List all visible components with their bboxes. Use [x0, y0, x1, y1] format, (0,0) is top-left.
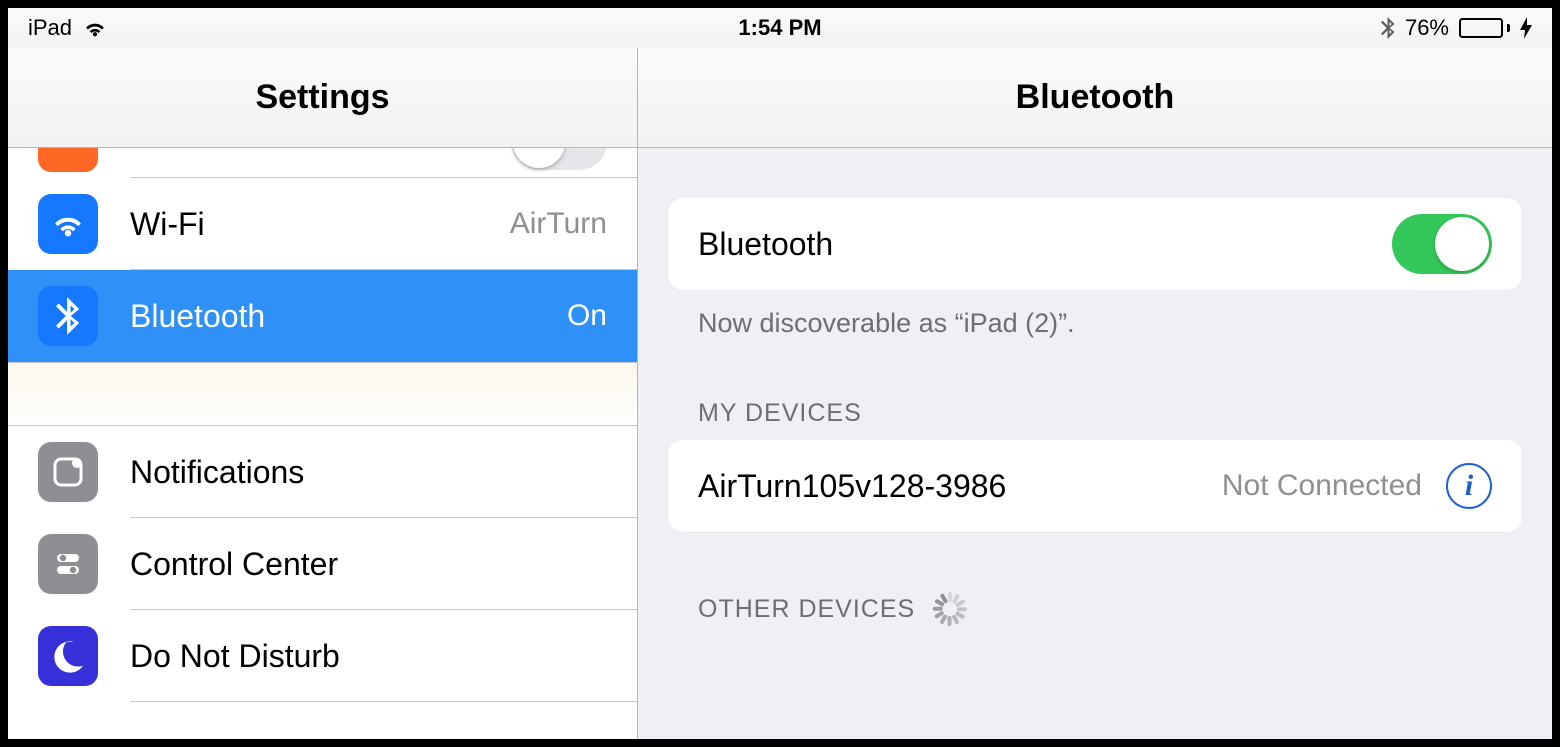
settings-sidebar: Settings Wi-Fi AirTurn	[8, 48, 638, 739]
charging-icon	[1520, 17, 1532, 39]
moon-icon	[38, 626, 98, 686]
bluetooth-toggle[interactable]	[1392, 214, 1492, 274]
notifications-icon	[38, 442, 98, 502]
bluetooth-status-icon	[1381, 17, 1395, 39]
sidebar-item-bluetooth[interactable]: Bluetooth On	[8, 270, 637, 362]
sidebar-item-label: Control Center	[130, 546, 607, 583]
device-name: AirTurn105v128-3986	[698, 468, 1222, 505]
sidebar-item-value: On	[567, 299, 607, 333]
info-icon[interactable]: i	[1446, 463, 1492, 509]
sidebar-item-label: Bluetooth	[130, 298, 567, 335]
my-devices-list: AirTurn105v128-3986 Not Connected i	[668, 440, 1522, 532]
wifi-icon	[82, 18, 108, 38]
sidebar-group-gap	[8, 362, 637, 426]
sidebar-item-value: AirTurn	[510, 207, 607, 241]
sidebar-item-wifi[interactable]: Wi-Fi AirTurn	[8, 178, 637, 270]
bluetooth-settings-icon	[38, 286, 98, 346]
sidebar-item-label: Do Not Disturb	[130, 638, 607, 675]
other-devices-label: OTHER DEVICES	[698, 595, 915, 624]
sidebar-title: Settings	[8, 48, 637, 148]
control-center-icon	[38, 534, 98, 594]
sidebar-item-dnd[interactable]: Do Not Disturb	[8, 610, 637, 702]
status-bar: iPad 1:54 PM 76%	[8, 8, 1552, 48]
airplane-icon	[38, 148, 98, 172]
sidebar-item-notifications[interactable]: Notifications	[8, 426, 637, 518]
other-devices-header: OTHER DEVICES	[638, 532, 1552, 638]
sidebar-item-control-center[interactable]: Control Center	[8, 518, 637, 610]
bluetooth-toggle-row[interactable]: Bluetooth	[668, 198, 1522, 290]
device-row[interactable]: AirTurn105v128-3986 Not Connected i	[668, 440, 1522, 532]
detail-pane: Bluetooth Bluetooth Now discoverable as …	[638, 48, 1552, 739]
discoverable-text: Now discoverable as “iPad (2)”.	[668, 290, 1522, 339]
device-status: Not Connected	[1222, 469, 1422, 503]
toggle-off[interactable]	[511, 148, 607, 170]
wifi-settings-icon	[38, 194, 98, 254]
spinner-icon	[933, 592, 967, 626]
status-time: 1:54 PM	[738, 15, 821, 41]
sidebar-item-label: Wi-Fi	[130, 206, 510, 243]
device-label: iPad	[28, 15, 72, 41]
battery-icon	[1459, 18, 1510, 38]
detail-title: Bluetooth	[638, 48, 1552, 148]
my-devices-header: MY DEVICES	[638, 339, 1552, 440]
sidebar-item-partial[interactable]	[8, 148, 637, 178]
battery-percent: 76%	[1405, 15, 1449, 41]
toggle-label: Bluetooth	[698, 226, 1392, 263]
bluetooth-toggle-card: Bluetooth	[668, 198, 1522, 290]
sidebar-item-label: Notifications	[130, 454, 607, 491]
